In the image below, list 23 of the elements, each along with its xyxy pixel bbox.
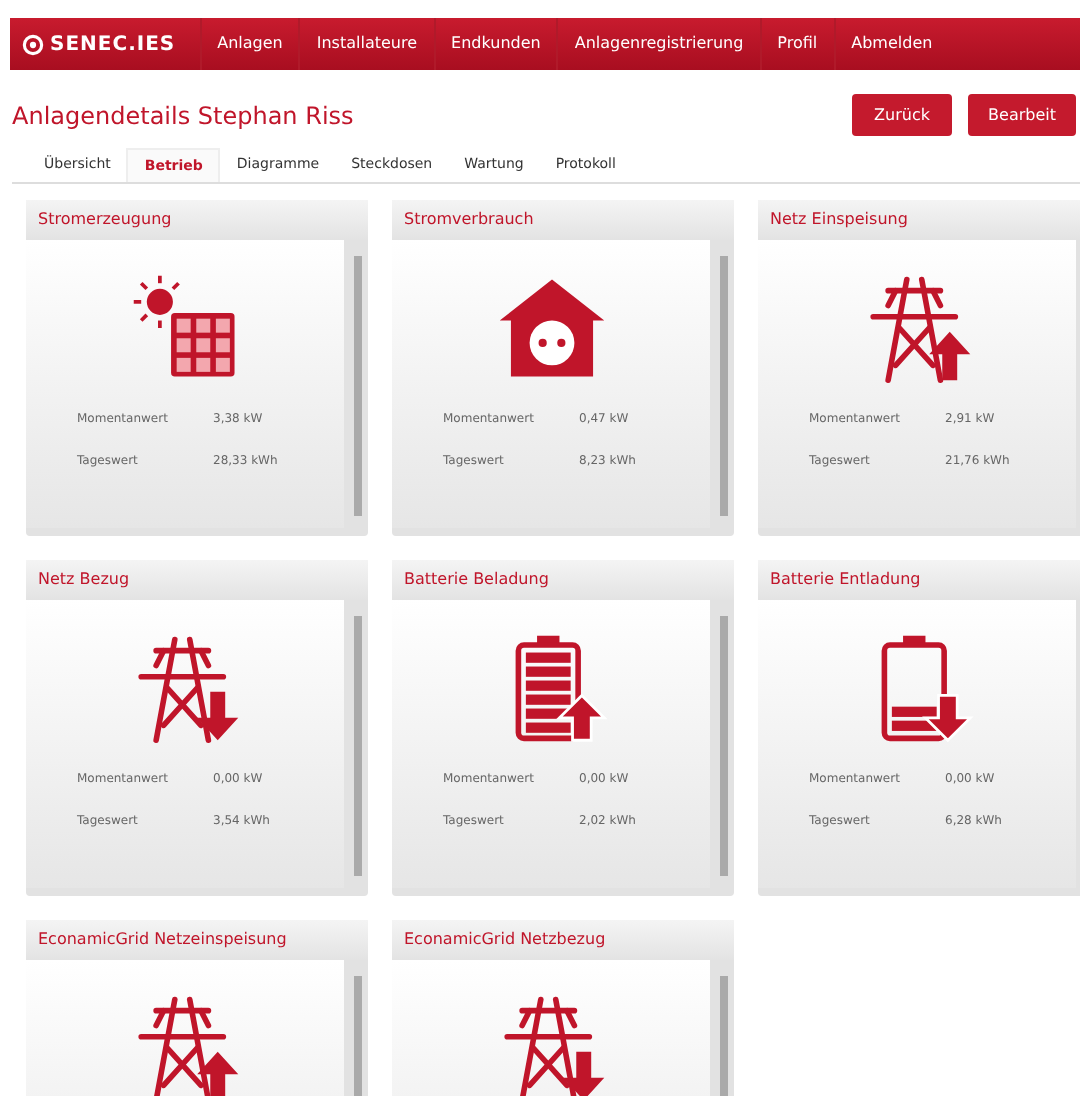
logo-icon [22, 33, 44, 55]
nav-link[interactable]: Anlagen [199, 18, 299, 70]
nav-link[interactable]: Anlagenregistrierung [556, 18, 760, 70]
card-title: Stromerzeugung [26, 200, 368, 240]
card-title: EconamicGrid Netzeinspeisung [26, 920, 368, 960]
card-title: Batterie Entladung [758, 560, 1080, 600]
card-title: Netz Bezug [26, 560, 368, 600]
scrollbar[interactable] [720, 256, 728, 516]
logo-text[interactable]: SENEC.IES [50, 33, 176, 55]
nav-link[interactable]: Endkunden [433, 18, 557, 70]
nav-link[interactable]: Abmelden [833, 18, 949, 70]
action-button[interactable]: Zurück [852, 94, 953, 136]
page-title: Anlagendetails Stephan Riss [12, 101, 354, 129]
card-title: Netz Einspeisung [758, 200, 1080, 240]
nav-link[interactable]: Profil [759, 18, 834, 70]
scrollbar[interactable] [720, 616, 728, 876]
card-title: Stromverbrauch [392, 200, 734, 240]
action-button[interactable]: Bearbeit [968, 94, 1076, 136]
card-title: EconamicGrid Netzbezug [392, 920, 734, 960]
nav-link[interactable]: Installateure [298, 18, 434, 70]
scrollbar[interactable] [354, 256, 362, 516]
card-title: Batterie Beladung [392, 560, 734, 600]
scrollbar[interactable] [354, 616, 362, 876]
